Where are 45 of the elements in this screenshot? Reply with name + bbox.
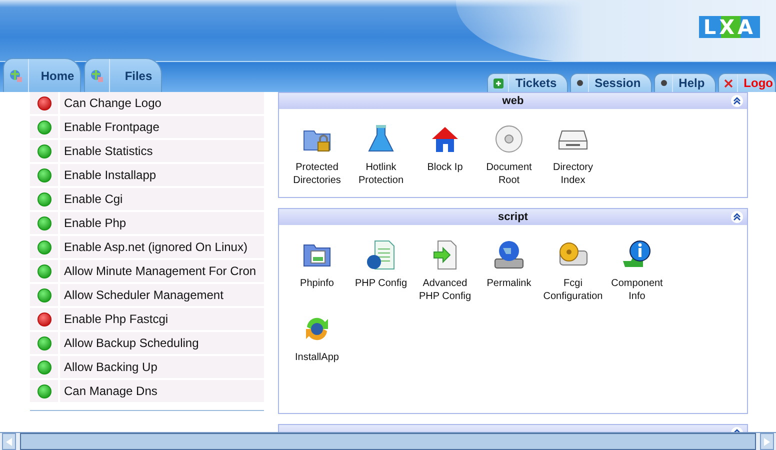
globe-icon: [89, 68, 105, 84]
app-shortcut[interactable]: Directory Index: [541, 123, 605, 187]
app-shortcut[interactable]: InstallApp: [285, 313, 349, 364]
app-shortcut[interactable]: Fcgi Configuration: [541, 239, 605, 303]
permission-label: Allow Minute Management For Cron: [60, 260, 264, 282]
permission-label: Can Change Logo: [60, 92, 264, 114]
app-shortcut[interactable]: Document Root: [477, 123, 541, 187]
square-icon: [493, 78, 504, 88]
tab[interactable]: Session: [570, 73, 652, 92]
scroll-right-icon[interactable]: [760, 433, 774, 450]
app-shortcut[interactable]: Protected Directories: [285, 123, 349, 187]
permission-label: Enable Asp.net (ignored On Linux): [60, 236, 264, 258]
app-shortcut[interactable]: Permalink: [477, 239, 541, 303]
globe-icon: [8, 68, 24, 84]
tab[interactable]: Home: [3, 58, 81, 92]
permission-label: Allow Backing Up: [60, 356, 264, 378]
panel-title: script: [498, 211, 528, 223]
permission-label: Enable Cgi: [60, 188, 264, 210]
permission-label: Allow Backup Scheduling: [60, 332, 264, 354]
permission-label: Enable Frontpage: [60, 116, 264, 138]
collapse-icon[interactable]: [731, 95, 743, 107]
document-icon: [365, 239, 397, 271]
permission-label: Enable Php Fastcgi: [60, 308, 264, 330]
collapse-icon[interactable]: [731, 211, 743, 223]
dot-icon: [576, 79, 584, 87]
tab[interactable]: Files: [84, 58, 162, 92]
close-icon: [724, 78, 733, 88]
app-shortcut[interactable]: Block Ip: [413, 123, 477, 187]
app-shortcut[interactable]: PHP Config: [349, 239, 413, 303]
tab[interactable]: Help: [654, 73, 716, 92]
app-shortcut[interactable]: Component Info: [605, 239, 669, 303]
globe-drive-icon: [493, 239, 525, 271]
app-shortcut[interactable]: Phpinfo: [285, 239, 349, 303]
permission-label: Allow Scheduler Management: [60, 284, 264, 306]
tab[interactable]: Tickets: [487, 73, 568, 92]
permission-label: Enable Php: [60, 212, 264, 234]
permission-label: Enable Statistics: [60, 140, 264, 162]
disc-icon: [493, 123, 525, 155]
app-shortcut[interactable]: Hotlink Protection: [349, 123, 413, 187]
panel-title: web: [502, 95, 524, 107]
permission-label: Enable Installapp: [60, 164, 264, 186]
dot-icon: [660, 79, 668, 87]
permission-label: Can Manage Dns: [60, 380, 264, 402]
app-shortcut[interactable]: Advanced PHP Config: [413, 239, 477, 303]
scroll-left-icon[interactable]: [2, 433, 16, 450]
